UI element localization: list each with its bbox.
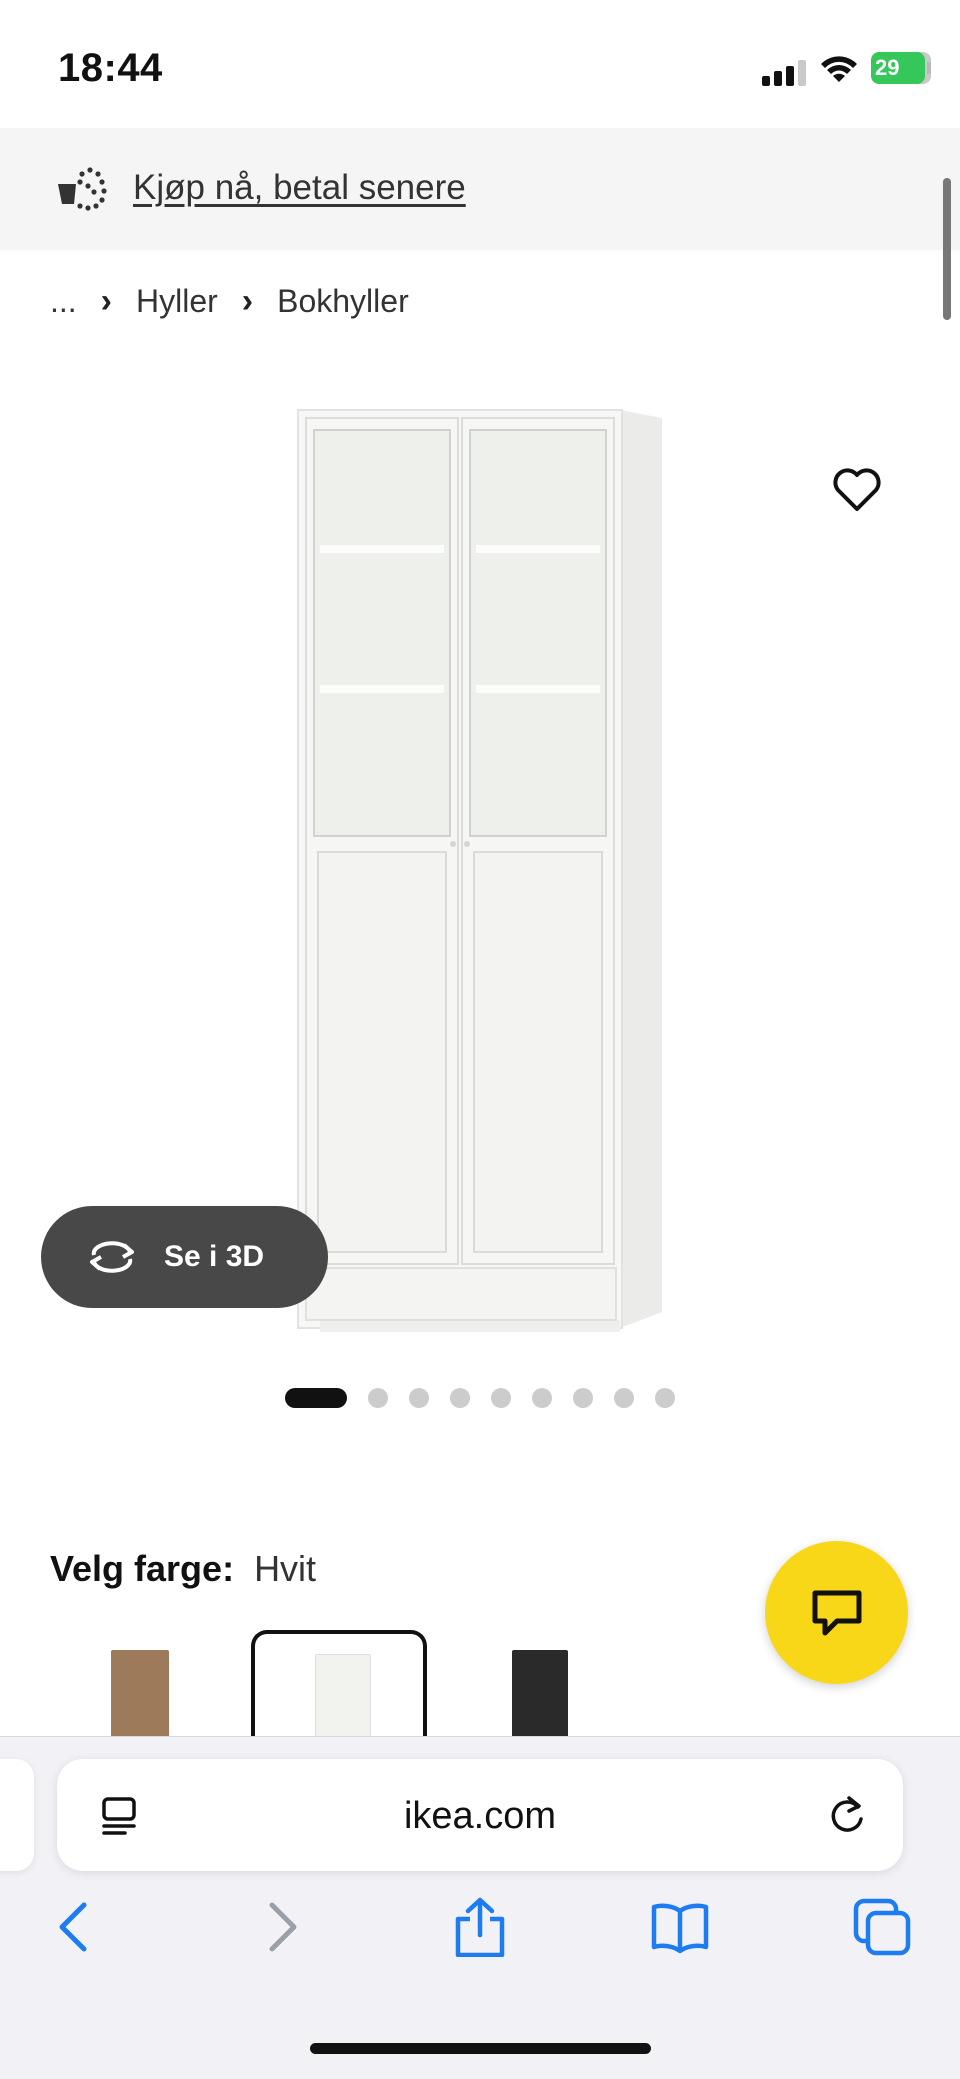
product-image[interactable] <box>290 400 670 1340</box>
status-time: 18:44 <box>58 46 163 90</box>
color-swatch-white[interactable] <box>251 1630 427 1738</box>
wifi-icon <box>818 52 860 86</box>
back-icon[interactable] <box>44 1897 104 1957</box>
pay-later-banner[interactable]: Kjøp nå, betal senere <box>0 128 960 250</box>
carousel-dot[interactable] <box>409 1388 429 1408</box>
bookcase-thumbnail-brown <box>111 1650 169 1738</box>
image-carousel-dots <box>285 1388 696 1408</box>
heart-icon[interactable] <box>830 465 884 515</box>
carousel-dot[interactable] <box>573 1388 593 1408</box>
cellular-signal-icon <box>762 60 806 86</box>
battery-charging-icon: 29 <box>871 52 931 84</box>
color-select: Velg farge: Hvit <box>50 1548 316 1590</box>
color-value: Hvit <box>254 1548 317 1589</box>
previous-tab-preview[interactable] <box>0 1759 34 1871</box>
battery-level: 29 <box>875 55 900 80</box>
bookcase-thumbnail-white <box>315 1654 371 1738</box>
breadcrumb-item-ellipsis[interactable]: ... <box>50 283 77 320</box>
bookcase-thumbnail-black <box>512 1650 568 1738</box>
see-in-3d-label: Se i 3D <box>164 1240 265 1273</box>
carousel-dot[interactable] <box>450 1388 470 1408</box>
status-bar: 18:44 29 <box>0 0 960 128</box>
chevron-right-icon: › <box>100 282 112 320</box>
carousel-dot[interactable] <box>655 1388 675 1408</box>
pay-later-link[interactable]: Kjøp nå, betal senere <box>133 168 466 208</box>
see-in-3d-button[interactable]: Se i 3D <box>41 1206 328 1308</box>
browser-toolbar <box>0 1897 960 1997</box>
chat-button[interactable] <box>765 1541 908 1684</box>
color-swatch-brown-oak[interactable] <box>55 1630 231 1738</box>
carousel-dot[interactable] <box>491 1388 511 1408</box>
reload-icon[interactable] <box>825 1793 869 1837</box>
browser-bar: ikea.com <box>0 1736 960 2079</box>
address-bar[interactable]: ikea.com <box>57 1759 903 1871</box>
carousel-dot[interactable] <box>614 1388 634 1408</box>
carousel-dot[interactable] <box>532 1388 552 1408</box>
home-indicator <box>310 2043 651 2054</box>
color-label: Velg farge: <box>50 1548 235 1589</box>
bookmarks-icon[interactable] <box>650 1897 710 1957</box>
breadcrumb-item-bokhyller[interactable]: Bokhyller <box>277 283 409 320</box>
pay-later-basket-icon <box>54 164 110 214</box>
forward-icon[interactable] <box>252 1897 312 1957</box>
share-icon[interactable] <box>450 1897 510 1958</box>
rotate-3d-icon <box>90 1241 134 1273</box>
chevron-right-icon: › <box>241 282 254 320</box>
url-text[interactable]: ikea.com <box>57 1795 903 1838</box>
carousel-dot[interactable] <box>285 1388 347 1408</box>
carousel-dot[interactable] <box>368 1388 388 1408</box>
scrollbar[interactable] <box>943 178 951 320</box>
tabs-icon[interactable] <box>852 1897 912 1957</box>
chat-bubble-icon <box>812 1590 861 1635</box>
breadcrumb: ... › Hyller › Bokhyller <box>50 282 409 321</box>
color-swatch-black[interactable] <box>452 1630 628 1738</box>
breadcrumb-item-hyller[interactable]: Hyller <box>136 283 218 320</box>
